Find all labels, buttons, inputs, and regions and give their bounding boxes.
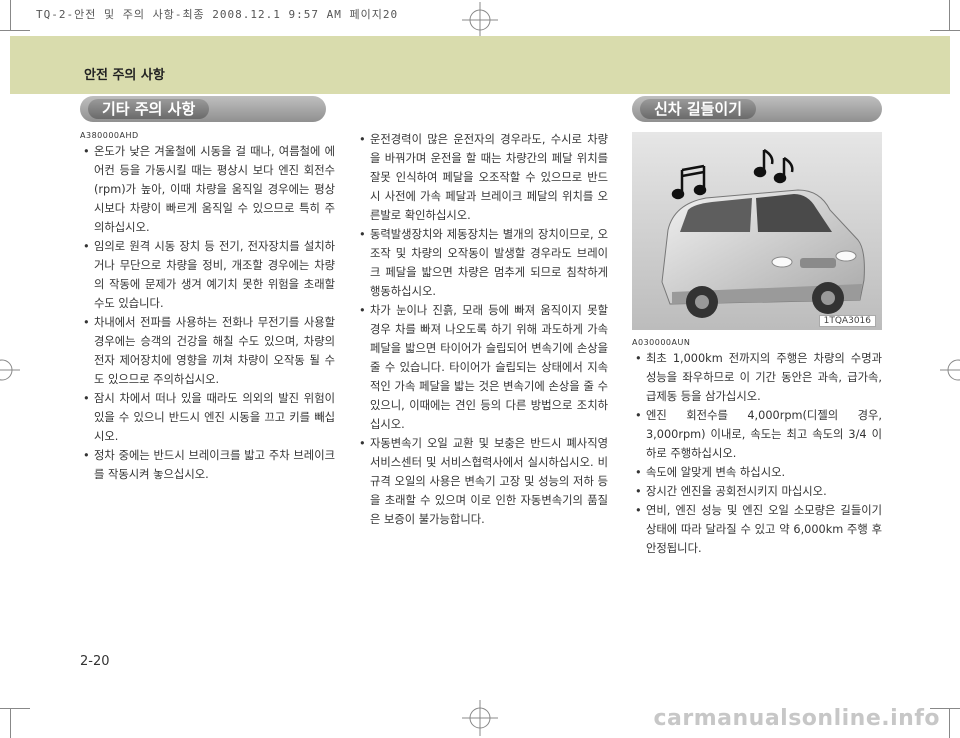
van-illustration (632, 132, 882, 330)
list-item: 연비, 엔진 성능 및 엔진 오일 소모량은 길들이기 상태에 따라 달라질 수… (632, 501, 882, 558)
registration-mark-right (940, 359, 960, 381)
list-item: 임의로 원격 시동 장치 등 전기, 전자장치를 설치하거나 무단으로 차량을 … (80, 237, 335, 313)
list-item: 최초 1,000km 전까지의 주행은 차량의 수명과 성능을 좌우하므로 이 … (632, 349, 882, 406)
new-car-van-image: 1TQA3016 (632, 132, 882, 330)
crop-mark (949, 0, 950, 30)
list-item: 잠시 차에서 떠나 있을 때라도 의외의 발진 위험이 있을 수 있으니 반드시… (80, 389, 335, 446)
left-heading: 기타 주의 사항 (88, 99, 210, 119)
crop-mark (949, 708, 950, 738)
registration-mark-top (462, 2, 498, 38)
crop-mark (0, 708, 30, 709)
list-item: 장시간 엔진을 공회전시키지 마십시오. (632, 482, 882, 501)
image-id-label: 1TQA3016 (818, 315, 876, 327)
registration-mark-left (0, 359, 20, 381)
list-item: 속도에 알맞게 변속 하십시오. (632, 463, 882, 482)
crop-mark (10, 708, 11, 738)
middle-bullet-list: 운전경력이 많은 운전자의 경우라도, 수시로 차량을 바꿔가며 운전을 할 때… (356, 130, 608, 529)
left-bullet-list: 온도가 낮은 겨울철에 시동을 걸 때나, 여름철에 에어컨 등을 가동시킬 때… (80, 142, 335, 484)
crop-mark (930, 30, 960, 31)
right-section-code: A030000AUN (632, 338, 691, 347)
list-item: 운전경력이 많은 운전자의 경우라도, 수시로 차량을 바꿔가며 운전을 할 때… (356, 130, 608, 225)
right-heading-bar: 신차 길들이기 (632, 96, 882, 122)
watermark: carmanualsonline.info (653, 706, 940, 731)
crop-mark (10, 0, 11, 30)
list-item: 엔진 회전수를 4,000rpm(디젤의 경우, 3,000rpm) 이내로, … (632, 406, 882, 463)
registration-mark-bottom (462, 700, 498, 736)
list-item: 동력발생장치와 제동장치는 별개의 장치이므로, 오조작 및 차량의 오작동이 … (356, 225, 608, 301)
list-item: 차내에서 전파를 사용하는 전화나 무전기를 사용할 경우에는 승객의 건강을 … (80, 313, 335, 389)
list-item: 정차 중에는 반드시 브레이크를 밟고 주차 브레이크를 작동시켜 놓으십시오. (80, 446, 335, 484)
right-bullet-list: 최초 1,000km 전까지의 주행은 차량의 수명과 성능을 좌우하므로 이 … (632, 349, 882, 558)
section-title: 안전 주의 사항 (84, 68, 165, 83)
list-item: 온도가 낮은 겨울철에 시동을 걸 때나, 여름철에 에어컨 등을 가동시킬 때… (80, 142, 335, 237)
left-section-code: A380000AHD (80, 131, 139, 140)
list-item: 차가 눈이나 진흙, 모래 등에 빠져 움직이지 못할 경우 차를 빠져 나오도… (356, 301, 608, 434)
right-heading: 신차 길들이기 (640, 99, 757, 119)
page-number: 2-20 (80, 654, 110, 669)
left-heading-bar: 기타 주의 사항 (80, 96, 326, 122)
crop-mark (0, 30, 30, 31)
list-item: 자동변속기 오일 교환 및 보충은 반드시 폐사직영 서비스센터 및 서비스협력… (356, 434, 608, 529)
print-header: TQ-2-안전 및 주의 사항-최종 2008.12.1 9:57 AM 페이지… (36, 8, 399, 21)
